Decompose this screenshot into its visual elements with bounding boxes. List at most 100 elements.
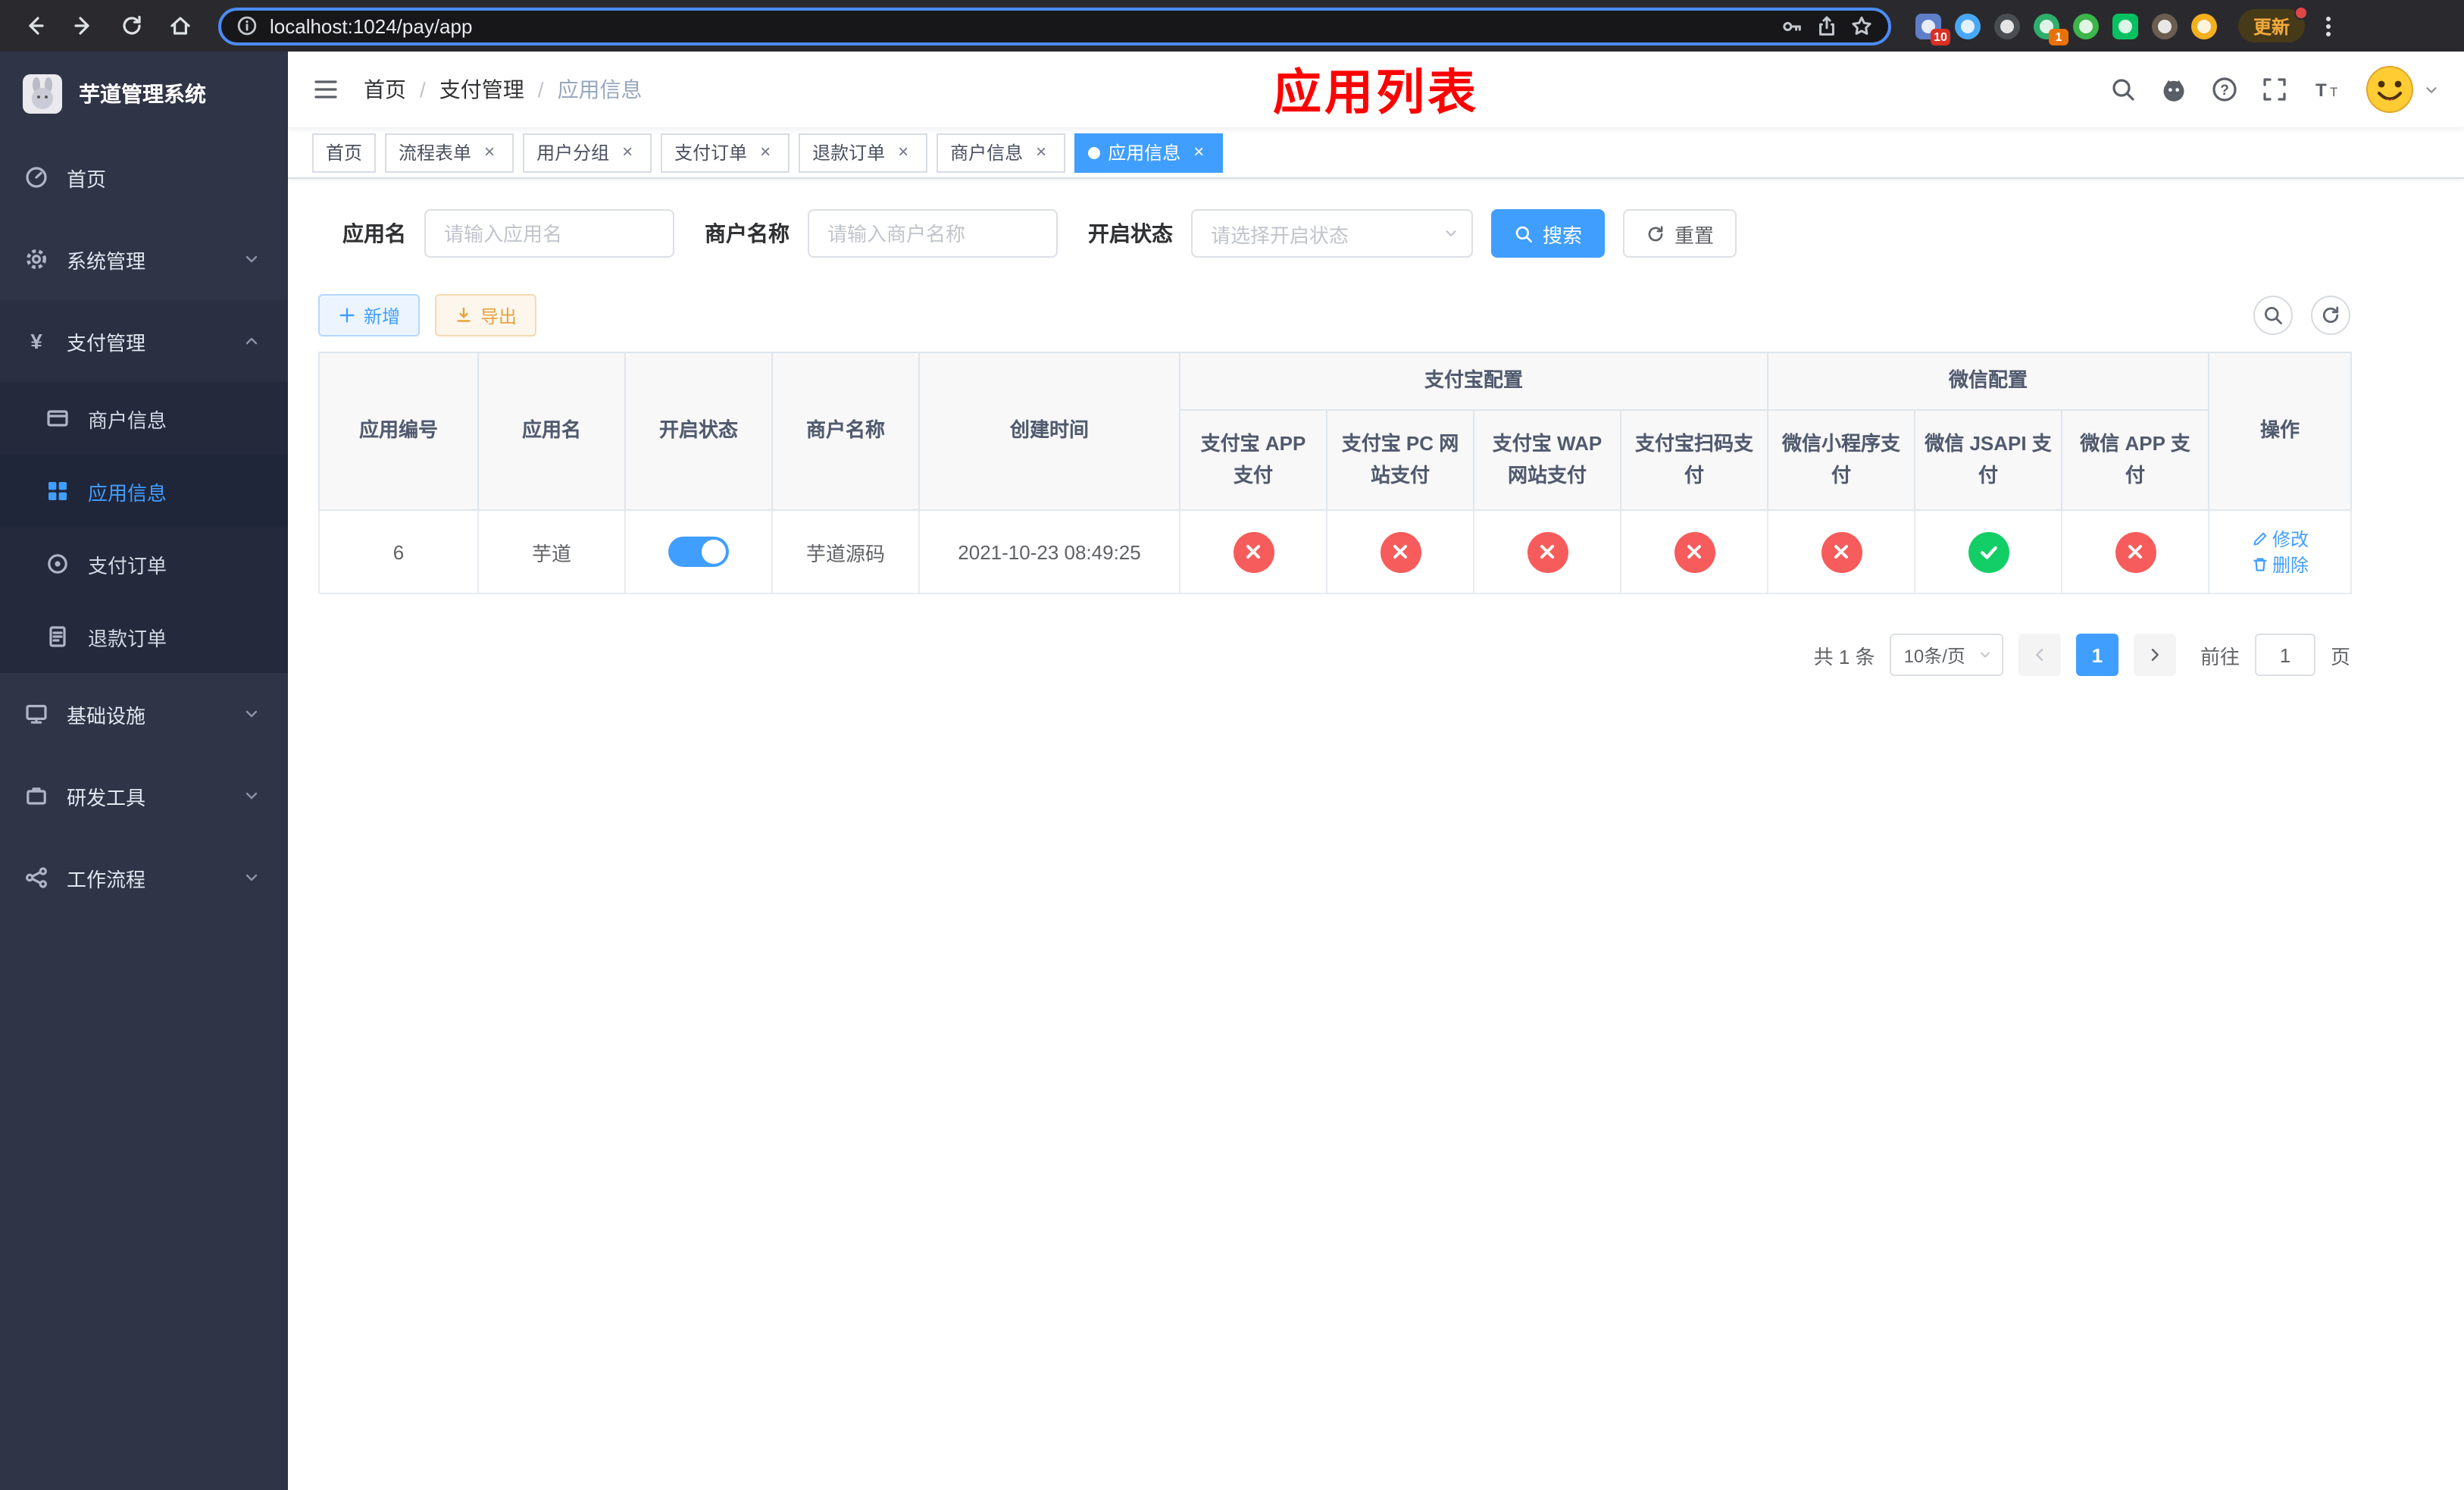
close-icon[interactable]: × bbox=[1030, 141, 1052, 163]
page-number-current[interactable]: 1 bbox=[2075, 634, 2118, 676]
sidebar-item-app-info[interactable]: 应用信息 bbox=[0, 455, 288, 527]
tab-app-info[interactable]: 应用信息 × bbox=[1074, 133, 1224, 172]
extension-icon[interactable] bbox=[2073, 13, 2099, 39]
pencil-icon bbox=[2253, 532, 2266, 546]
user-menu[interactable] bbox=[2364, 64, 2440, 115]
extension-icon[interactable] bbox=[2191, 13, 2217, 39]
sidebar-item-payment-orders[interactable]: 支付订单 bbox=[0, 527, 288, 600]
tab-label: 商户信息 bbox=[950, 142, 1024, 164]
github-icon[interactable] bbox=[2159, 75, 2188, 104]
toggle-search-button[interactable] bbox=[2253, 296, 2293, 335]
forward-icon[interactable] bbox=[64, 6, 103, 45]
col-app-name: 应用名 bbox=[477, 352, 626, 511]
url-text[interactable]: localhost:1024/pay/app bbox=[270, 14, 1768, 37]
reload-icon[interactable] bbox=[112, 6, 152, 45]
pagination-total: 共 1 条 bbox=[1813, 645, 1875, 668]
reset-button-label: 重置 bbox=[1674, 224, 1715, 246]
address-bar[interactable]: localhost:1024/pay/app bbox=[218, 7, 1891, 45]
tab-refund-orders[interactable]: 退款订单 × bbox=[799, 133, 928, 172]
chrome-update-button[interactable]: 更新 bbox=[2238, 6, 2309, 42]
browser-chrome: localhost:1024/pay/app 10 1 更新 bbox=[0, 0, 2464, 52]
sidebar-toggle-icon[interactable] bbox=[312, 76, 339, 103]
app-table: 应用编号 应用名 开启状态 商户名称 创建时间 支付宝配置 微信配置 操作 支付… bbox=[318, 352, 2353, 594]
close-icon[interactable]: × bbox=[893, 141, 914, 163]
extension-icon[interactable] bbox=[1955, 13, 1981, 39]
close-icon[interactable]: × bbox=[617, 141, 638, 163]
merchant-name-input[interactable] bbox=[808, 209, 1058, 258]
table-row: 6 芋道 芋道源码 2021-10-23 08:49:25 修改 删除 bbox=[318, 509, 2353, 594]
next-page-button[interactable] bbox=[2133, 634, 2176, 676]
bookmark-star-icon[interactable] bbox=[1850, 14, 1873, 37]
col-alipay-app: 支付宝 APP 支付 bbox=[1179, 409, 1327, 511]
cell-alipay-app bbox=[1179, 509, 1327, 594]
close-icon[interactable]: × bbox=[479, 141, 500, 163]
search-button-label: 搜索 bbox=[1543, 224, 1583, 246]
active-tab-dot bbox=[1088, 146, 1101, 158]
extension-icon[interactable] bbox=[2152, 13, 2178, 39]
breadcrumb-home[interactable]: 首页 bbox=[364, 74, 406, 105]
tab-home[interactable]: 首页 bbox=[312, 133, 377, 172]
svg-text:T: T bbox=[2330, 85, 2337, 99]
col-alipay-wap: 支付宝 WAP 网站支付 bbox=[1473, 409, 1621, 511]
add-button[interactable]: 新增 bbox=[318, 294, 421, 337]
home-icon[interactable] bbox=[161, 6, 200, 45]
sidebar-item-refund-orders[interactable]: 退款订单 bbox=[0, 600, 288, 673]
help-icon[interactable]: ? bbox=[2211, 76, 2238, 103]
extension-icon[interactable] bbox=[2112, 13, 2138, 39]
delete-link[interactable]: 删除 bbox=[2251, 552, 2309, 578]
status-toggle[interactable] bbox=[668, 537, 729, 567]
sidebar-item-dev-tools[interactable]: 研发工具 bbox=[0, 755, 288, 837]
extension-icon[interactable] bbox=[1994, 13, 2020, 39]
tab-label: 流程表单 bbox=[399, 142, 472, 164]
sidebar-item-payment[interactable]: ¥ 支付管理 bbox=[0, 300, 288, 382]
close-icon[interactable]: × bbox=[1188, 141, 1209, 163]
config-status-icon bbox=[1968, 531, 2009, 572]
prev-page-button[interactable] bbox=[2018, 634, 2061, 676]
export-button-label: 导出 bbox=[480, 305, 518, 327]
tags-view-bar: 首页 流程表单 × 用户分组 × 支付订单 × 退款订单 × 商户信息 × 应用… bbox=[288, 127, 2464, 179]
search-button[interactable]: 搜索 bbox=[1491, 209, 1606, 258]
tab-merchant-info[interactable]: 商户信息 × bbox=[937, 133, 1066, 172]
browser-menu-icon[interactable] bbox=[2314, 9, 2341, 42]
cell-alipay-pc bbox=[1326, 509, 1474, 594]
app-name-input[interactable] bbox=[424, 209, 674, 258]
sidebar-item-home[interactable]: 首页 bbox=[0, 136, 288, 218]
breadcrumb-payment[interactable]: 支付管理 bbox=[439, 74, 524, 105]
app-logo-row[interactable]: 芋道管理系统 bbox=[0, 52, 288, 136]
export-button[interactable]: 导出 bbox=[435, 294, 537, 337]
extension-icon[interactable]: 10 bbox=[1915, 13, 1950, 45]
site-info-icon[interactable] bbox=[236, 15, 258, 36]
edit-label: 修改 bbox=[2272, 529, 2309, 550]
search-icon[interactable] bbox=[2109, 76, 2137, 103]
col-status: 开启状态 bbox=[624, 352, 773, 511]
page-unit-label: 页 bbox=[2330, 645, 2350, 668]
dashboard-icon bbox=[24, 165, 48, 189]
sidebar-item-infrastructure[interactable]: 基础设施 bbox=[0, 673, 288, 755]
tab-payment-orders[interactable]: 支付订单 × bbox=[661, 133, 790, 172]
reset-button[interactable]: 重置 bbox=[1623, 209, 1737, 258]
back-icon[interactable] bbox=[15, 6, 55, 45]
close-icon[interactable]: × bbox=[755, 141, 776, 163]
sidebar-item-system[interactable]: 系统管理 bbox=[0, 218, 288, 300]
sidebar-item-merchant-info[interactable]: 商户信息 bbox=[0, 382, 288, 455]
share-icon[interactable] bbox=[1815, 14, 1838, 37]
col-alipay-qr: 支付宝扫码支付 bbox=[1619, 409, 1769, 511]
goto-page-input[interactable] bbox=[2254, 634, 2315, 676]
password-key-icon[interactable] bbox=[1781, 14, 1803, 37]
tab-flow-form[interactable]: 流程表单 × bbox=[385, 133, 514, 172]
status-select[interactable]: 请选择开启状态 bbox=[1191, 209, 1473, 258]
fullscreen-icon[interactable] bbox=[2261, 76, 2288, 103]
refresh-table-button[interactable] bbox=[2311, 296, 2350, 335]
sidebar: 芋道管理系统 首页 系统管理 ¥ 支付管理 商户信息 应用信息 支付订单 退款订… bbox=[0, 52, 288, 1490]
toolbox-icon bbox=[24, 784, 48, 808]
page-size-select[interactable]: 10条/页 bbox=[1890, 634, 2003, 676]
edit-link[interactable]: 修改 bbox=[2251, 526, 2309, 552]
font-size-icon[interactable]: TT bbox=[2311, 76, 2341, 103]
sidebar-item-workflow[interactable]: 工作流程 bbox=[0, 837, 288, 919]
sidebar-item-label: 工作流程 bbox=[67, 868, 146, 891]
extension-icon[interactable]: 1 bbox=[2034, 13, 2068, 45]
tab-user-group[interactable]: 用户分组 × bbox=[523, 133, 652, 172]
col-merchant: 商户名称 bbox=[771, 352, 920, 511]
chevron-up-icon bbox=[242, 332, 261, 350]
download-icon bbox=[457, 307, 471, 322]
